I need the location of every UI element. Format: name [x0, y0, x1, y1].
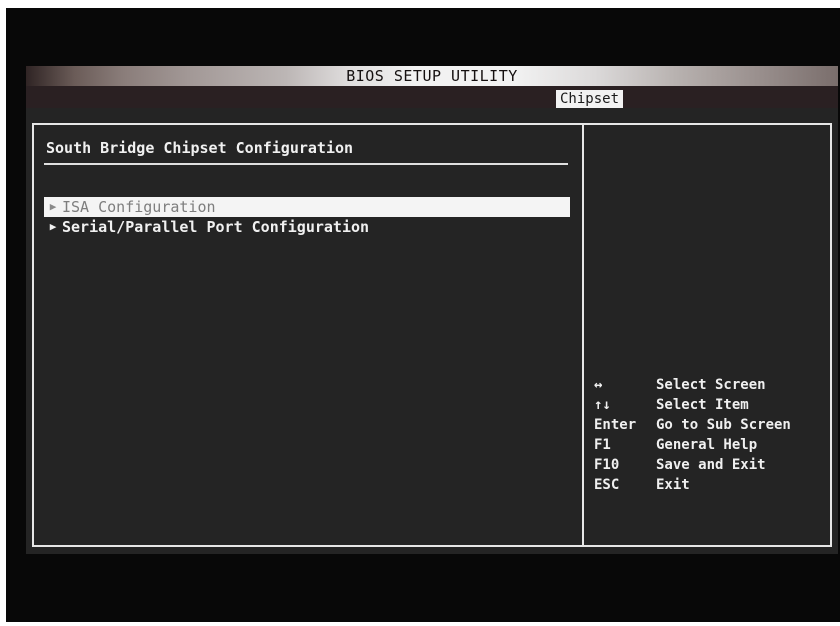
menu-item-label: ISA Configuration: [62, 198, 216, 216]
title-bar: BIOS SETUP UTILITY: [26, 66, 838, 86]
help-row-go-to-sub-screen: Enter Go to Sub Screen: [594, 415, 828, 435]
app-title: BIOS SETUP UTILITY: [346, 67, 518, 85]
triangle-right-icon: ▶: [49, 220, 57, 233]
help-key: Enter: [594, 417, 637, 433]
help-key: F1: [594, 437, 611, 453]
help-key: ↑↓: [594, 397, 611, 413]
help-key: ESC: [594, 477, 620, 493]
bios-screen: BIOS SETUP UTILITY Chipset South Bridge …: [26, 66, 838, 554]
main-frame: South Bridge Chipset Configuration ▶ ISA …: [32, 123, 832, 547]
help-desc: Exit: [656, 477, 690, 493]
triangle-right-icon: ▶: [49, 200, 57, 213]
help-key: F10: [594, 457, 620, 473]
help-row-save-and-exit: F10 Save and Exit: [594, 455, 828, 475]
tab-chipset[interactable]: Chipset: [556, 90, 624, 108]
page: BIOS SETUP UTILITY Chipset South Bridge …: [0, 0, 840, 626]
help-row-select-screen: ↔ Select Screen: [594, 375, 828, 395]
help-panel: ↔ Select Screen ↑↓ Select Item Enter Go to …: [584, 125, 830, 545]
help-row-general-help: F1 General Help: [594, 435, 828, 455]
help-desc: Go to Sub Screen: [656, 417, 791, 433]
help-row-select-item: ↑↓ Select Item: [594, 395, 828, 415]
tab-bar: Chipset: [26, 86, 838, 108]
menu-item-isa-configuration[interactable]: ▶ ISA Configuration: [44, 197, 570, 217]
menu-item-label: Serial/Parallel Port Configuration: [62, 218, 370, 236]
help-desc: General Help: [656, 437, 758, 453]
help-desc: Select Screen: [656, 377, 766, 393]
section-title: South Bridge Chipset Configuration: [46, 139, 354, 157]
settings-panel: South Bridge Chipset Configuration ▶ ISA …: [34, 125, 582, 545]
help-key: ↔: [594, 377, 603, 393]
menu-item-serial-parallel-port-configuration[interactable]: ▶ Serial/Parallel Port Configuration: [44, 217, 570, 237]
help-desc: Select Item: [656, 397, 749, 413]
help-desc: Save and Exit: [656, 457, 766, 473]
title-divider: [44, 163, 568, 165]
key-help-list: ↔ Select Screen ↑↓ Select Item Enter Go to …: [594, 375, 828, 495]
help-row-exit: ESC Exit: [594, 475, 828, 495]
